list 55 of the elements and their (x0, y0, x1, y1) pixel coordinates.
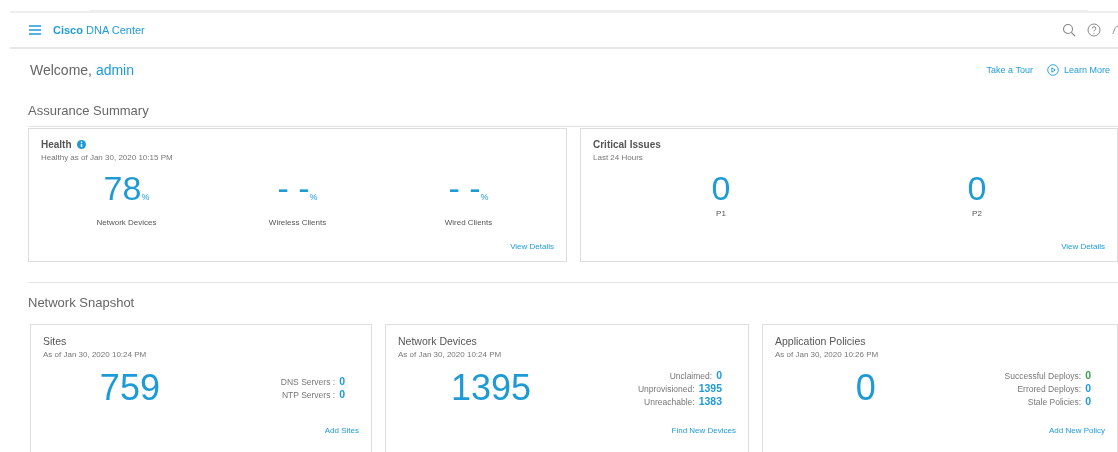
stat-value: 1395 (698, 382, 722, 394)
stat-value: 0 (339, 389, 345, 400)
section-title: Assurance Summary (27, 103, 150, 118)
stat-label: Unprovisioned: (637, 383, 695, 394)
card-title: Network Devices (398, 335, 477, 347)
stat-label: Unreachable: (644, 396, 695, 407)
metric-value: 0 (966, 170, 988, 206)
metric-label: P1 (715, 209, 727, 218)
metric-label: Network Devices (95, 218, 158, 227)
stat-label: Errored Deploys: (1017, 383, 1082, 394)
count-value: 759 (98, 367, 161, 409)
stat-label: DNS Servers : (280, 377, 336, 387)
view-details-link[interactable]: View Details (1061, 242, 1105, 251)
metric-label: Wireless Clients (267, 218, 328, 227)
app-title: Cisco DNA Center (53, 24, 145, 36)
card-subtitle: As of Jan 30, 2020 10:24 PM (43, 350, 148, 359)
card-subtitle: As of Jan 30, 2020 10:26 PM (775, 350, 880, 359)
menu-icon[interactable] (29, 25, 41, 35)
metric-label: Wired Clients (443, 218, 494, 227)
section-title: Network Snapshot (27, 295, 136, 310)
action-link[interactable]: Add New Policy (1048, 426, 1105, 435)
count-value: 1395 (449, 367, 532, 409)
search-icon[interactable] (1062, 23, 1076, 37)
card-title: Critical Issues (593, 139, 661, 150)
welcome-text: Welcome, admin (30, 62, 134, 78)
help-icon[interactable] (1087, 23, 1101, 37)
info-icon[interactable] (76, 140, 86, 149)
stat-label: Unclaimed: (669, 370, 713, 381)
metric-value: 0 (710, 170, 732, 206)
card-title: Application Policies (775, 335, 866, 347)
count-value: 0 (854, 367, 877, 409)
stat-label: Stale Policies: (1027, 396, 1082, 407)
metric-value: - -% (447, 170, 490, 209)
card-subtitle: Last 24 Hours (593, 153, 644, 162)
stat-label: NTP Servers : (281, 390, 336, 400)
action-link[interactable]: Add Sites (324, 426, 359, 435)
help-link[interactable]: Take a Tour (986, 64, 1033, 76)
stat-value: 1383 (698, 395, 722, 407)
card-subtitle: As of Jan 30, 2020 10:24 PM (398, 350, 503, 359)
stat-value: 0 (1085, 395, 1091, 407)
stat-value: 0 (1085, 382, 1091, 394)
help-link[interactable]: Learn More (1046, 64, 1110, 76)
metric-value: 78% (102, 170, 151, 209)
metric-value: - -% (276, 170, 319, 209)
play-icon (1046, 64, 1059, 76)
card-subtitle: Healthy as of Jan 30, 2020 10:15 PM (41, 153, 174, 162)
card-title: Health (41, 139, 72, 150)
stat-value: 0 (1085, 369, 1091, 381)
metric-label: P2 (971, 209, 983, 218)
view-details-link[interactable]: View Details (510, 242, 554, 251)
stat-value: 0 (339, 376, 345, 387)
stat-label: Successful Deploys: (1004, 370, 1082, 381)
stat-value: 0 (716, 369, 722, 381)
card-title: Sites (43, 335, 67, 347)
action-link[interactable]: Find New Devices (671, 426, 736, 435)
